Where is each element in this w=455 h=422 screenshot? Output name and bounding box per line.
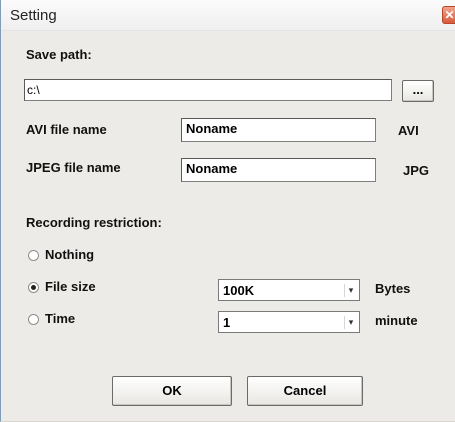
- ok-button[interactable]: OK: [112, 376, 232, 406]
- file-size-unit-label: Bytes: [375, 281, 411, 296]
- time-value: 1: [223, 315, 231, 330]
- settings-dialog: Setting ✕ Save path: c:\ ... AVI file na…: [0, 0, 455, 422]
- chevron-down-icon[interactable]: ▾: [344, 316, 357, 329]
- recording-restriction-label: Recording restriction:: [26, 215, 162, 230]
- radio-selected-dot: [31, 285, 36, 290]
- title-bar[interactable]: Setting ✕: [1, 0, 455, 31]
- avi-file-name-label: AVI file name: [26, 122, 107, 137]
- close-icon[interactable]: ✕: [442, 6, 455, 24]
- avi-file-name-input[interactable]: Noname: [181, 118, 376, 142]
- jpg-extension-label: JPG: [403, 163, 430, 178]
- window-title: Setting: [10, 7, 57, 24]
- file-size-value: 100K: [223, 283, 255, 298]
- browse-button[interactable]: ...: [402, 80, 434, 102]
- time-select[interactable]: 1 ▾: [218, 311, 360, 333]
- file-size-select[interactable]: 100K ▾: [218, 279, 360, 301]
- radio-nothing-label: Nothing: [45, 247, 95, 262]
- jpeg-file-name-label: JPEG file name: [26, 160, 121, 175]
- radio-time[interactable]: [28, 314, 39, 325]
- chevron-down-icon[interactable]: ▾: [344, 284, 357, 297]
- radio-time-label: Time: [45, 311, 76, 326]
- save-path-input[interactable]: c:\: [24, 79, 392, 101]
- jpeg-file-name-input[interactable]: Noname: [181, 158, 376, 182]
- radio-nothing[interactable]: [28, 250, 39, 261]
- radio-file-size[interactable]: [28, 282, 39, 293]
- time-unit-label: minute: [375, 313, 418, 328]
- cancel-button[interactable]: Cancel: [247, 376, 363, 406]
- save-path-label: Save path:: [26, 47, 92, 62]
- radio-file-size-label: File size: [45, 279, 96, 294]
- avi-extension-label: AVI: [398, 123, 419, 138]
